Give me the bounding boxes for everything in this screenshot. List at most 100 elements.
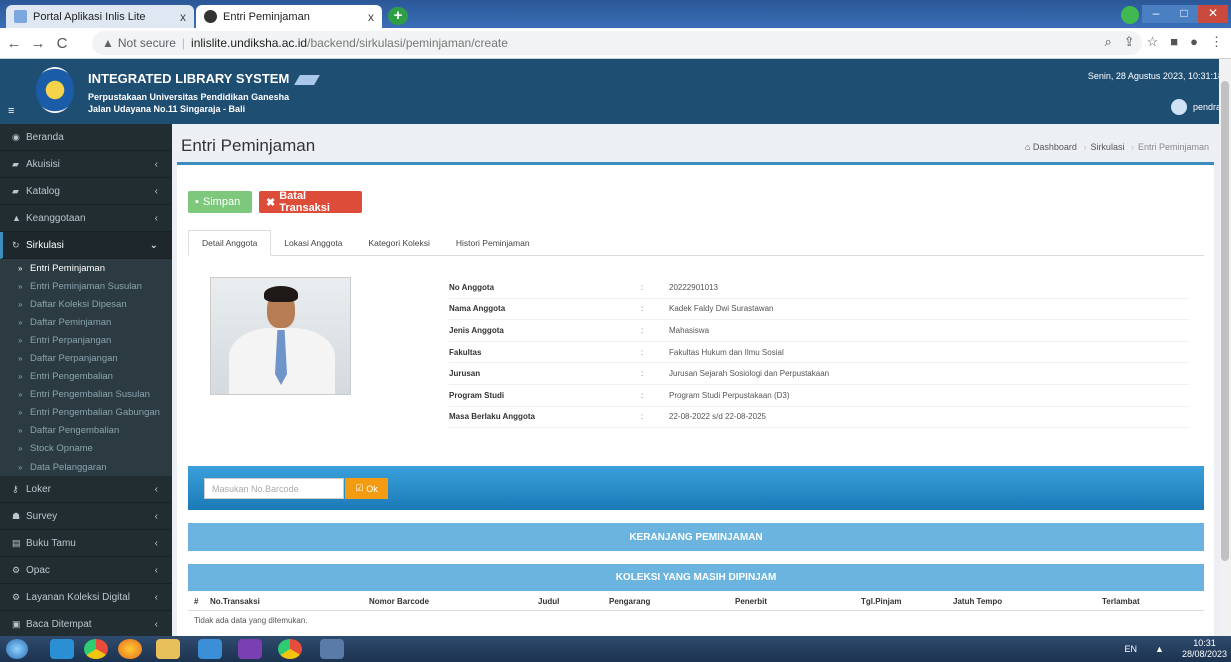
taskbar-clock[interactable]: 10:31 28/08/2023 — [1182, 638, 1227, 660]
column-header[interactable]: No.Transaksi — [210, 597, 260, 606]
reload-icon[interactable]: C — [52, 35, 72, 52]
barcode-input[interactable]: Masukan No.Barcode — [204, 478, 344, 499]
sidebar-item-sirkulasi[interactable]: ↻ Sirkulasi ⌄ — [0, 232, 172, 259]
browser-tab-portal[interactable]: Portal Aplikasi Inlis Lite x — [6, 5, 194, 28]
submenu-label: Entri Peminjaman — [30, 262, 105, 274]
sidebar-item-label: Akuisisi — [26, 158, 60, 170]
close-window-icon[interactable]: ✕ — [1198, 5, 1228, 23]
detail-row: Jurusan: Jurusan Sejarah Sosiologi dan Pe… — [449, 363, 1189, 385]
sidebar-item-buku-tamu[interactable]: ▤ Buku Tamu ‹ — [0, 530, 172, 558]
detail-label: Program Studi — [449, 390, 505, 400]
submenu-item[interactable]: » Data Pelanggaran — [0, 458, 172, 476]
empty-table-message: Tidak ada data yang ditemukan. — [194, 616, 308, 625]
browser-tab-entri-peminjaman[interactable]: Entri Peminjaman x — [196, 5, 382, 28]
forward-icon[interactable]: → — [28, 35, 48, 52]
user-menu[interactable]: pendra — [1170, 99, 1221, 115]
tray-arrow-icon[interactable]: ▲ — [1155, 644, 1164, 654]
sidebar-item-katalog[interactable]: ▰ Katalog ‹ — [0, 178, 172, 205]
close-tab-icon[interactable]: x — [180, 10, 186, 24]
submenu-label: Entri Pengembalian — [30, 371, 113, 383]
column-header[interactable]: Tgl.Pinjam — [861, 597, 901, 606]
ok-button[interactable]: ☑ Ok — [345, 478, 388, 499]
sidebar-item-beranda[interactable]: ◉ Beranda — [0, 124, 172, 151]
tab-kategori-koleksi[interactable]: Kategori Koleksi — [355, 231, 442, 255]
zoom-icon[interactable]: ⌕ — [1104, 34, 1111, 50]
address-bar[interactable]: ▲ Not secure | inlislite.undiksha.ac.id … — [92, 31, 1142, 55]
close-tab-icon[interactable]: x — [368, 10, 374, 24]
angle-right-icon: » — [18, 263, 23, 273]
maximize-icon[interactable]: □ — [1170, 5, 1198, 23]
submenu-label: Data Pelanggaran — [30, 461, 107, 473]
detail-label: Fakultas — [449, 347, 482, 357]
share-icon[interactable]: ⇪ — [1124, 34, 1135, 50]
tab-histori-peminjaman[interactable]: Histori Peminjaman — [443, 231, 543, 255]
main-content: Entri Peminjaman ⌂ Dashboard › Sirkulasi … — [172, 124, 1219, 636]
dashboard-icon: ◉ — [12, 131, 20, 142]
tab-search-icon[interactable]: ■ — [1170, 34, 1178, 50]
submenu-item[interactable]: » Daftar Pengembalian — [0, 422, 172, 440]
chevron-left-icon: ‹ — [154, 591, 158, 603]
internet-explorer-icon[interactable] — [198, 639, 222, 659]
column-header[interactable]: Nomor Barcode — [369, 597, 429, 606]
language-indicator[interactable]: EN — [1125, 644, 1138, 654]
submenu-item[interactable]: » Daftar Perpanjangan — [0, 349, 172, 367]
submenu-item[interactable]: » Daftar Koleksi Dipesan — [0, 295, 172, 313]
column-header[interactable]: Judul — [538, 597, 559, 606]
paint-taskbar-icon[interactable] — [320, 639, 344, 659]
scrollbar-thumb[interactable] — [1221, 81, 1229, 561]
column-header[interactable]: Penerbit — [735, 597, 767, 606]
submenu-item[interactable]: » Entri Pengembalian Susulan — [0, 386, 172, 404]
sidebar-item-akuisisi[interactable]: ▰ Akuisisi ‹ — [0, 151, 172, 178]
chrome-profile-icon[interactable] — [1121, 6, 1139, 24]
submenu-item[interactable]: » Entri Peminjaman Susulan — [0, 277, 172, 295]
save-button[interactable]: ▪ Simpan — [188, 191, 252, 213]
guestbook-icon: ▤ — [12, 537, 21, 548]
column-header[interactable]: Jatuh Tempo — [953, 597, 1002, 606]
menu-kebab-icon[interactable]: ⋮ — [1210, 34, 1223, 50]
page-scrollbar[interactable] — [1219, 59, 1231, 636]
submenu-item[interactable]: » Entri Perpanjangan — [0, 331, 172, 349]
submenu-label: Daftar Pengembalian — [30, 425, 120, 437]
angle-right-icon: » — [18, 354, 23, 364]
key-icon: ⚷ — [12, 483, 19, 494]
sidebar-item-layanan-koleksi-digital[interactable]: ⚙ Layanan Koleksi Digital ‹ — [0, 584, 172, 612]
submenu-item[interactable]: » Entri Pengembalian Gabungan — [0, 404, 172, 422]
bookmark-star-icon[interactable]: ☆ — [1147, 34, 1159, 50]
start-orb-icon[interactable] — [6, 639, 28, 659]
visual-studio-icon[interactable] — [238, 639, 262, 659]
barcode-bar: Masukan No.Barcode ☑ Ok — [188, 466, 1204, 510]
submenu-item-entri-peminjaman[interactable]: » Entri Peminjaman — [0, 259, 172, 277]
tab-detail-anggota[interactable]: Detail Anggota — [188, 230, 272, 256]
cart-header: KERANJANG PEMINJAMAN — [188, 523, 1204, 551]
new-tab-button[interactable]: + — [388, 7, 408, 25]
back-icon[interactable]: ← — [4, 35, 24, 52]
breadcrumb-sirkulasi[interactable]: Sirkulasi — [1090, 142, 1124, 152]
breadcrumb-dashboard[interactable]: Dashboard — [1033, 142, 1077, 152]
submenu-item[interactable]: » Stock Opname — [0, 440, 172, 458]
submenu-item[interactable]: » Entri Pengembalian — [0, 368, 172, 386]
sidebar-item-label: Katalog — [26, 185, 60, 197]
column-header[interactable]: Terlambat — [1102, 597, 1140, 606]
angle-right-icon: » — [18, 335, 23, 345]
chrome-taskbar-icon[interactable] — [278, 639, 302, 659]
sidebar-item-loker[interactable]: ⚷ Loker ‹ — [0, 476, 172, 504]
profile-avatar-icon[interactable]: ● — [1190, 34, 1198, 50]
sidebar-item-baca-ditempat[interactable]: ▣ Baca Ditempat ‹ — [0, 611, 172, 636]
folder-taskbar-icon[interactable] — [156, 639, 180, 659]
tab-lokasi-anggota[interactable]: Lokasi Anggota — [271, 231, 355, 255]
column-header[interactable]: Pengarang — [609, 597, 650, 606]
submenu-label: Daftar Koleksi Dipesan — [30, 298, 127, 310]
gears-icon: ⚙ — [12, 591, 21, 602]
sidebar-item-survey[interactable]: ☗ Survey ‹ — [0, 503, 172, 531]
sidebar-item-opac[interactable]: ⚙ Opac ‹ — [0, 557, 172, 585]
minimize-icon[interactable]: – — [1142, 5, 1170, 23]
firefox-taskbar-icon[interactable] — [118, 639, 142, 659]
submenu-item[interactable]: » Daftar Peminjaman — [0, 313, 172, 331]
sidebar-toggle-icon[interactable]: ≡ — [8, 105, 14, 117]
sidebar-item-keanggotaan[interactable]: ▲ Keanggotaan ‹ — [0, 205, 172, 232]
angle-right-icon: » — [18, 426, 23, 436]
media-player-icon[interactable] — [50, 639, 74, 659]
cancel-transaction-button[interactable]: ✖ Batal Transaksi — [259, 190, 362, 214]
chrome-taskbar-icon[interactable] — [84, 639, 108, 659]
url-path: /backend/sirkulasi/peminjaman/create — [307, 36, 508, 50]
